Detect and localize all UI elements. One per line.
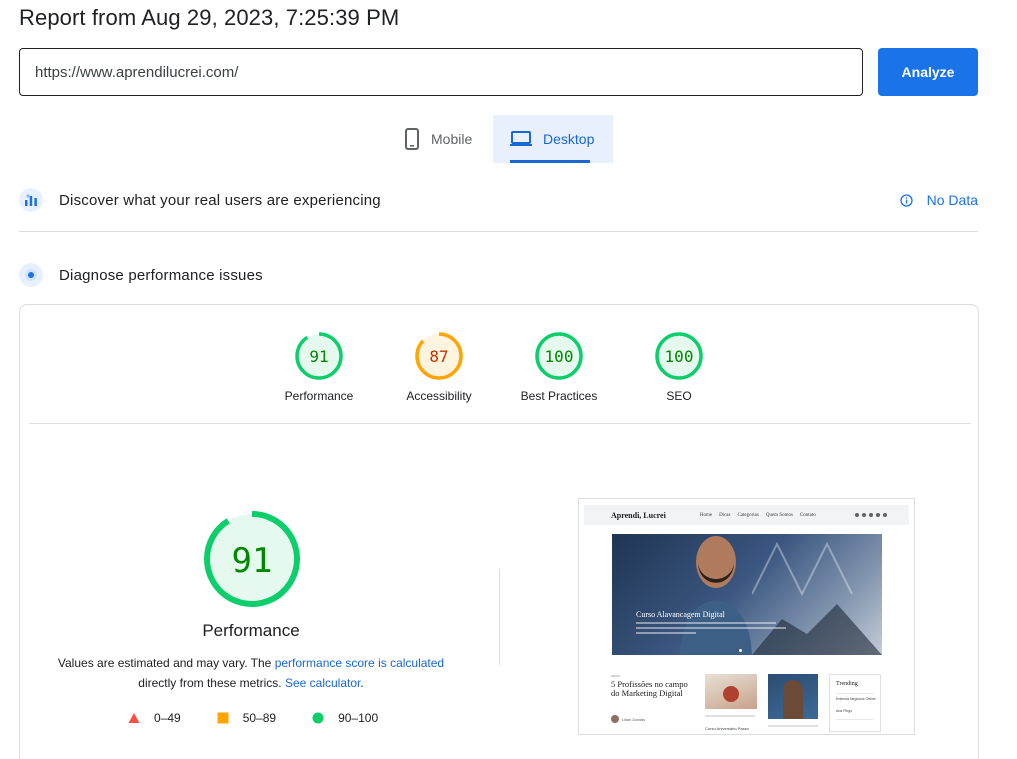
screenshot-caption: Curso Aniversário Passo bbox=[705, 726, 749, 731]
tab-mobile[interactable]: Mobile bbox=[393, 115, 493, 163]
performance-score-value: 91 bbox=[232, 541, 273, 581]
screenshot-nav-link: Dicas bbox=[719, 512, 731, 518]
vertical-separator bbox=[499, 569, 500, 665]
phone-icon bbox=[403, 127, 421, 151]
trending-divider bbox=[836, 693, 874, 694]
screenshot-nav-link: Contato bbox=[799, 512, 816, 518]
score-gauge-performance[interactable]: 91 Performance bbox=[259, 325, 379, 403]
screenshot-author: Lilian Dantas bbox=[611, 715, 645, 723]
report-title: Report from Aug 29, 2023, 7:25:39 PM bbox=[19, 5, 400, 30]
diagnose-section: Diagnose performance issues bbox=[19, 257, 978, 293]
screenshot-nav-links: Home Dicas Categorias Quem Somos Contato bbox=[700, 513, 816, 518]
screenshot-nav-link: Quem Somos bbox=[765, 512, 793, 518]
circle-icon bbox=[312, 712, 324, 724]
real-users-label: Discover what your real users are experi… bbox=[59, 191, 381, 209]
square-icon bbox=[217, 712, 229, 724]
users-chart-icon bbox=[19, 188, 43, 212]
score-value: 87 bbox=[429, 347, 448, 366]
no-data-label: No Data bbox=[926, 192, 978, 208]
page-screenshot: Aprendi, Lucrei Home Dicas Categorias Qu… bbox=[578, 498, 915, 735]
triangle-icon bbox=[128, 712, 140, 724]
screenshot-hero: Curso Alavancagem Digital bbox=[612, 534, 882, 655]
score-label: Performance bbox=[284, 389, 354, 403]
note-text-1: Values are estimated and may vary. The bbox=[57, 656, 272, 670]
url-input[interactable] bbox=[19, 48, 863, 96]
note-text-3: . bbox=[360, 676, 364, 690]
performance-note: Values are estimated and may vary. The p… bbox=[56, 653, 446, 693]
screenshot-nav-link: Categorias bbox=[737, 512, 759, 518]
hero-text-line bbox=[636, 632, 696, 634]
score-legend: 0–49 50–89 90–100 bbox=[128, 711, 414, 725]
carousel-dot bbox=[739, 649, 742, 652]
lighthouse-card: 91 Performance 87 Accessibility 100 Best Prac… bbox=[19, 304, 979, 759]
info-icon bbox=[899, 193, 913, 207]
author-avatar bbox=[611, 715, 619, 723]
score-label: Accessibility bbox=[406, 389, 472, 403]
performance-label: Performance bbox=[202, 621, 300, 640]
thumb-meta-line bbox=[705, 715, 755, 717]
score-calculated-link[interactable]: performance score is calculated bbox=[275, 656, 444, 670]
legend-pass-range: 90–100 bbox=[338, 711, 379, 725]
note-text-2: directly from these metrics. bbox=[138, 676, 282, 690]
screenshot-thumb-1 bbox=[705, 674, 757, 709]
hero-logo-mark bbox=[752, 541, 882, 655]
screenshot-brand: Aprendi, Lucrei bbox=[611, 510, 666, 520]
screenshot-navbar: Aprendi, Lucrei Home Dicas Categorias Qu… bbox=[584, 505, 909, 525]
screenshot-thumb-2 bbox=[768, 674, 818, 719]
screenshot-hero-title: Curso Alavancagem Digital bbox=[636, 610, 725, 619]
legend-fail-range: 0–49 bbox=[154, 711, 181, 725]
screenshot-social-icons bbox=[855, 513, 887, 517]
legend-average: 50–89 bbox=[217, 711, 276, 725]
score-label: Best Practices bbox=[520, 389, 598, 403]
legend-pass: 90–100 bbox=[312, 711, 378, 725]
score-gauges: 91 Performance 87 Accessibility 100 Best Prac… bbox=[20, 325, 978, 415]
tab-desktop-label: Desktop bbox=[543, 131, 595, 147]
screenshot-post-title: 5 Profissões no campo do Marketing Digit… bbox=[611, 679, 688, 698]
screenshot-trending: Trending Entenda Negócios Online Ana Pin… bbox=[829, 674, 881, 732]
trending-divider bbox=[836, 719, 874, 720]
legend-fail: 0–49 bbox=[128, 711, 181, 725]
tab-mobile-label: Mobile bbox=[431, 131, 473, 147]
performance-gauge: 91 bbox=[202, 509, 302, 609]
legend-average-range: 50–89 bbox=[242, 711, 277, 725]
tab-active-indicator bbox=[510, 160, 590, 163]
trending-item: Ana Pingo bbox=[836, 709, 853, 713]
analyze-button[interactable]: Analyze bbox=[878, 48, 978, 96]
diagnose-label: Diagnose performance issues bbox=[59, 266, 263, 284]
card-divider bbox=[29, 423, 971, 424]
thumb-meta-line bbox=[768, 725, 818, 727]
section-divider bbox=[19, 231, 978, 232]
hero-text-line bbox=[636, 627, 786, 629]
score-gauge-seo[interactable]: 100 SEO bbox=[619, 325, 739, 403]
score-gauge-accessibility[interactable]: 87 Accessibility bbox=[379, 325, 499, 403]
score-value: 100 bbox=[545, 347, 574, 366]
screenshot-nav-link: Home bbox=[699, 512, 713, 518]
trending-item: Entenda Negócios Online bbox=[836, 697, 876, 701]
trending-title: Trending bbox=[836, 681, 858, 687]
laptop-icon bbox=[509, 129, 533, 149]
score-value: 100 bbox=[665, 347, 694, 366]
screenshot-author-name: Lilian Dantas bbox=[622, 716, 646, 722]
screenshot-kicker: NEWS bbox=[611, 674, 620, 678]
no-data-link[interactable]: No Data bbox=[899, 192, 978, 208]
score-gauge-best-practices[interactable]: 100 Best Practices bbox=[499, 325, 619, 403]
score-value: 91 bbox=[309, 347, 328, 366]
score-label: SEO bbox=[666, 389, 692, 403]
real-users-section: Discover what your real users are experi… bbox=[19, 182, 978, 218]
see-calculator-link[interactable]: See calculator bbox=[285, 676, 360, 690]
hero-text-line bbox=[636, 622, 776, 624]
diagnose-icon bbox=[19, 263, 43, 287]
tab-desktop[interactable]: Desktop bbox=[493, 115, 613, 163]
